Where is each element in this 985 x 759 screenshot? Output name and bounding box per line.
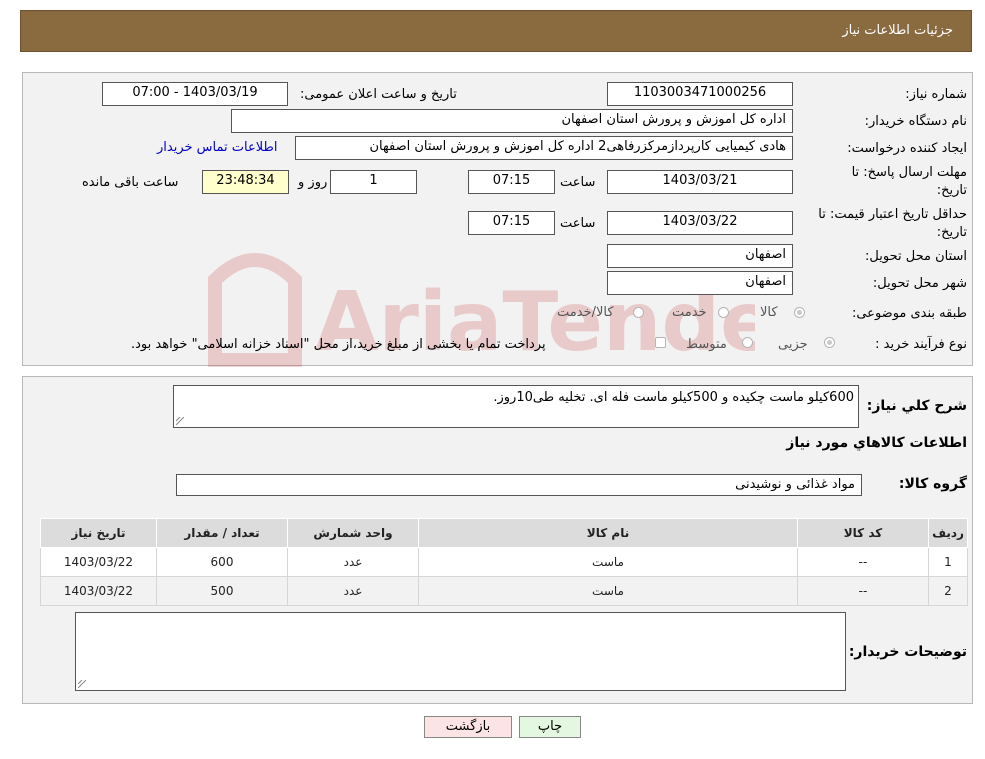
- cell-quantity: 600: [156, 547, 288, 577]
- category-radio-goods[interactable]: [794, 307, 805, 318]
- summary-textarea[interactable]: 600کیلو ماست چکیده و 500کیلو ماست فله ای…: [173, 385, 859, 428]
- col-quantity: تعداد / مقدار: [156, 518, 288, 548]
- cell-item-name: ماست: [418, 547, 798, 577]
- delivery-city-label: شهر محل تحویل:: [872, 276, 967, 291]
- price-validity-label-line1: حداقل تاریخ اعتبار قیمت: تا: [818, 207, 967, 222]
- process-option-minor: جزیی: [778, 337, 808, 352]
- remaining-days-label: روز و: [298, 175, 328, 190]
- cell-unit: عدد: [287, 576, 419, 606]
- cell-item-code: --: [797, 576, 929, 606]
- process-option-medium: متوسط: [686, 337, 727, 352]
- cell-quantity: 500: [156, 576, 288, 606]
- announce-datetime-field[interactable]: 1403/03/19 - 07:00: [102, 82, 288, 106]
- reply-deadline-label-line1: مهلت ارسال پاسخ: تا: [851, 165, 967, 180]
- need-number-field[interactable]: 1103003471000256: [607, 82, 793, 106]
- col-need-date: تاریخ نیاز: [40, 518, 157, 548]
- delivery-city-field[interactable]: اصفهان: [607, 271, 793, 295]
- treasury-docs-note: پرداخت تمام یا بخشی از مبلغ خرید،از محل …: [131, 337, 546, 352]
- requester-field[interactable]: هادی کیمیایی کارپردازمرکزرفاهی2 اداره کل…: [295, 136, 793, 160]
- price-validity-date-field[interactable]: 1403/03/22: [607, 211, 793, 235]
- table-header-row: رديف کد کالا نام کالا واحد شمارش تعداد /…: [40, 518, 968, 548]
- reply-deadline-label-line2: تاریخ:: [936, 183, 967, 198]
- col-item-name: نام کالا: [418, 518, 798, 548]
- category-option-goods: کالا: [760, 305, 778, 320]
- announce-datetime-label: تاریخ و ساعت اعلان عمومی:: [300, 87, 457, 102]
- summary-label: شرح کلي نياز:: [866, 398, 967, 414]
- buyer-contact-link[interactable]: اطلاعات تماس خریدار: [157, 140, 277, 155]
- remaining-days-field[interactable]: 1: [330, 170, 417, 194]
- goods-group-label: گروه کالا:: [898, 476, 967, 492]
- print-button[interactable]: چاپ: [519, 716, 581, 738]
- remaining-time-field: 23:48:34: [202, 170, 289, 194]
- delivery-province-field[interactable]: اصفهان: [607, 244, 793, 268]
- cell-row-number: 2: [928, 576, 968, 606]
- page-header: جزئیات اطلاعات نیاز: [20, 10, 972, 52]
- purchase-process-label: نوع فرآیند خرید :: [875, 337, 967, 352]
- goods-table: رديف کد کالا نام کالا واحد شمارش تعداد /…: [40, 518, 968, 606]
- goods-info-title: اطلاعات کالاهاي مورد نياز: [786, 435, 967, 451]
- category-label: طبقه بندی موضوعی:: [851, 306, 967, 321]
- page-title: جزئیات اطلاعات نیاز: [842, 23, 953, 38]
- col-row-number: رديف: [928, 518, 968, 548]
- cell-item-code: --: [797, 547, 929, 577]
- reply-deadline-time-label: ساعت: [560, 175, 596, 190]
- cell-unit: عدد: [287, 547, 419, 577]
- reply-deadline-date-field[interactable]: 1403/03/21: [607, 170, 793, 194]
- reply-deadline-time-field[interactable]: 07:15: [468, 170, 555, 194]
- cell-need-date: 1403/03/22: [40, 547, 157, 577]
- remaining-time-label: ساعت باقی مانده: [82, 175, 179, 190]
- price-validity-time-label: ساعت: [560, 216, 596, 231]
- col-unit: واحد شمارش: [287, 518, 419, 548]
- price-validity-label-line2: تاریخ:: [936, 225, 967, 240]
- cell-row-number: 1: [928, 547, 968, 577]
- summary-text: 600کیلو ماست چکیده و 500کیلو ماست فله ای…: [493, 390, 854, 405]
- need-number-label: شماره نیاز:: [905, 87, 967, 102]
- category-radio-goods-service[interactable]: [633, 307, 644, 318]
- price-validity-time-field[interactable]: 07:15: [468, 211, 555, 235]
- table-row[interactable]: 1 -- ماست عدد 600 1403/03/22: [40, 547, 968, 577]
- resize-grip-icon[interactable]: [176, 417, 184, 425]
- treasury-docs-checkbox[interactable]: [655, 337, 666, 348]
- table-row[interactable]: 2 -- ماست عدد 500 1403/03/22: [40, 576, 968, 606]
- goods-group-field[interactable]: مواد غذائی و نوشیدنی: [176, 474, 862, 496]
- process-radio-minor[interactable]: [824, 337, 835, 348]
- col-item-code: کد کالا: [797, 518, 929, 548]
- process-radio-medium[interactable]: [742, 337, 753, 348]
- category-radio-service[interactable]: [718, 307, 729, 318]
- cell-item-name: ماست: [418, 576, 798, 606]
- resize-grip-icon[interactable]: [78, 680, 86, 688]
- buyer-org-field[interactable]: اداره کل اموزش و پرورش استان اصفهان: [231, 109, 793, 133]
- buyer-notes-textarea[interactable]: [75, 612, 846, 691]
- back-button[interactable]: بازگشت: [424, 716, 512, 738]
- category-option-service: خدمت: [672, 305, 707, 320]
- buyer-org-label: نام دستگاه خریدار:: [864, 114, 967, 129]
- delivery-province-label: استان محل تحویل:: [865, 249, 967, 264]
- requester-label: ایجاد کننده درخواست:: [847, 141, 967, 156]
- cell-need-date: 1403/03/22: [40, 576, 157, 606]
- buyer-notes-label: توضیحات خریدار:: [848, 644, 967, 660]
- category-option-goods-service: کالا/خدمت: [557, 305, 614, 320]
